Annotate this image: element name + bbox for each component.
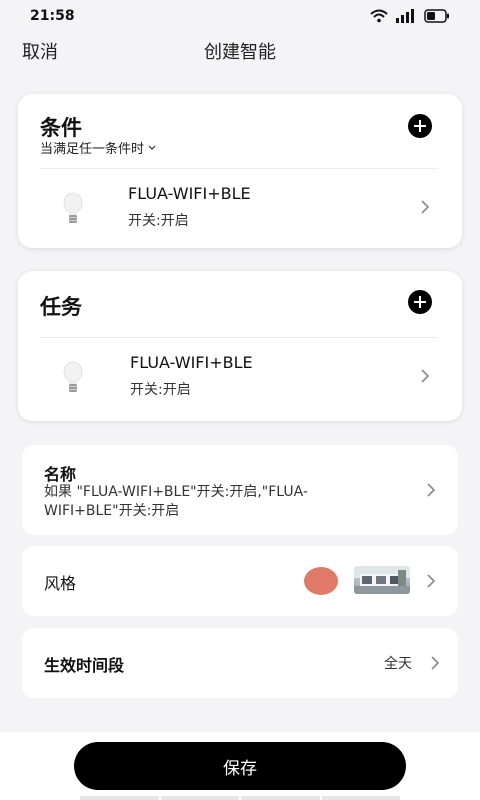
divider [40,337,438,338]
chevron-right-icon [427,574,436,588]
nav-bar: 创建智能 取消 [0,32,480,72]
style-row[interactable]: 风格 [22,546,458,616]
name-row[interactable]: 名称 如果 "FLUA-WIFI+BLE"开关:开启,"FLUA-WIFI+BL… [22,445,458,535]
page-title: 创建智能 [204,42,276,63]
status-icons [370,9,450,23]
task-device-name: FLUA-WIFI+BLE [130,353,253,372]
cancel-button[interactable]: 取消 [22,38,58,64]
task-card: 任务 FLUA-WIFI+BLE 开关:开启 [18,271,462,421]
wifi-icon [370,9,388,23]
home-indicator [80,796,400,800]
task-device-row[interactable]: FLUA-WIFI+BLE 开关:开启 [18,341,462,411]
condition-device-state: 开关:开启 [128,213,189,229]
house-image-icon [354,566,410,594]
style-label: 风格 [44,574,77,593]
cellular-signal-icon [396,9,414,23]
add-condition-button[interactable] [408,114,432,138]
light-bulb-icon [63,192,83,223]
chevron-right-icon [431,656,440,670]
name-label: 名称 [44,465,77,484]
battery-icon [424,9,449,23]
status-bar: 21:58 [0,0,480,32]
style-background-thumbnail[interactable] [354,566,410,594]
condition-device-name: FLUA-WIFI+BLE [128,184,251,203]
save-button[interactable]: 保存 [74,742,406,790]
style-color-swatch[interactable] [304,567,338,595]
chevron-right-icon [421,369,430,383]
plus-icon [414,120,426,132]
task-title: 任务 [40,295,82,319]
task-device-state: 开关:开启 [130,382,191,398]
effective-time-value: 全天 [384,656,412,672]
effective-time-label: 生效时间段 [44,656,125,675]
match-mode-selector[interactable]: 当满足任一条件时 [40,138,156,157]
chevron-down-icon [148,145,156,150]
light-bulb-icon [63,361,83,392]
chevron-right-icon [421,200,430,214]
condition-device-row[interactable]: FLUA-WIFI+BLE 开关:开启 [18,172,462,242]
status-time: 21:58 [30,8,75,24]
add-task-button[interactable] [408,290,432,314]
bottom-bar: 保存 [0,732,480,800]
condition-card: 条件 当满足任一条件时 FLUA-WIFI+BLE 开关:开启 [18,94,462,248]
divider [40,168,438,169]
match-mode-label: 当满足任一条件时 [40,142,145,157]
effective-time-row[interactable]: 生效时间段 全天 [22,628,458,698]
plus-icon [414,296,426,308]
name-value: 如果 "FLUA-WIFI+BLE"开关:开启,"FLUA-WIFI+BLE"开… [44,484,308,519]
chevron-right-icon [427,483,436,497]
